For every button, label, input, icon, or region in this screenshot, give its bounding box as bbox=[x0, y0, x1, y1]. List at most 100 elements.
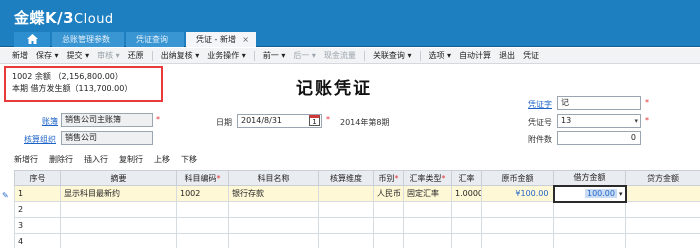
toolbar-item-0[interactable]: 新增 bbox=[12, 50, 28, 61]
tab-voucher-new[interactable]: 凭证 - 新增 × bbox=[186, 32, 256, 47]
attachments-field[interactable]: 0 bbox=[557, 131, 641, 145]
voucher-word-field[interactable]: 记 bbox=[557, 96, 641, 110]
app-header: 金蝶K/3Cloud bbox=[0, 0, 700, 30]
toolbar-separator bbox=[151, 50, 153, 61]
chevron-down-icon[interactable]: ▾ bbox=[619, 190, 623, 198]
chevron-down-icon[interactable]: ▾ bbox=[634, 115, 638, 127]
cell-amount[interactable] bbox=[481, 233, 554, 248]
tab-voucher-query[interactable]: 凭证查询 bbox=[126, 32, 184, 47]
toolbar-item-4[interactable]: 还原 bbox=[128, 50, 144, 61]
cell-credit[interactable] bbox=[625, 185, 700, 202]
cell-debit-editing[interactable]: 100.00 ▾ bbox=[552, 184, 627, 203]
book-label[interactable]: 账簿 bbox=[42, 116, 58, 127]
org-label[interactable]: 核算组织 bbox=[24, 134, 56, 145]
toolbar-item-14[interactable]: 凭证 bbox=[523, 50, 539, 61]
tab-home[interactable] bbox=[14, 32, 50, 47]
cell-rate[interactable] bbox=[451, 233, 482, 248]
cell-dimension[interactable] bbox=[318, 201, 374, 218]
cell-summary[interactable]: 显示科目最新约 bbox=[60, 185, 177, 202]
toolbar-item-10[interactable]: 关联查询 ▾ bbox=[373, 50, 412, 61]
debit-input[interactable]: 100.00 bbox=[584, 189, 617, 198]
cell-seq: 2 bbox=[14, 201, 61, 218]
calendar-icon[interactable]: 1 bbox=[309, 115, 320, 126]
col-header-debit: 借方金额 bbox=[553, 170, 626, 186]
insert-row-button[interactable]: 插入行 bbox=[84, 154, 108, 165]
table-row[interactable]: 3 bbox=[14, 217, 700, 234]
required-mark: * bbox=[156, 115, 160, 124]
cell-summary[interactable] bbox=[60, 233, 177, 248]
cell-dimension[interactable] bbox=[318, 217, 374, 234]
cell-credit[interactable] bbox=[625, 201, 700, 218]
cell-amount[interactable] bbox=[481, 201, 554, 218]
balance-info-box: 1002 余额 （2,156,800.00） 本期 借方发生额（113,700.… bbox=[4, 66, 163, 102]
cell-amount[interactable]: ¥100.00 bbox=[481, 185, 554, 202]
logo-main: 金蝶K/3 bbox=[14, 9, 75, 27]
cell-account-code[interactable] bbox=[176, 201, 229, 218]
tab-gl-params[interactable]: 总账管理参数 bbox=[52, 32, 124, 47]
cell-account-code[interactable] bbox=[176, 233, 229, 248]
date-label: 日期 bbox=[216, 118, 232, 127]
voucher-no-field[interactable]: 13 ▾ bbox=[557, 114, 641, 128]
cell-summary[interactable] bbox=[60, 217, 177, 234]
toolbar-item-7[interactable]: 前一 ▾ bbox=[263, 50, 286, 61]
toolbar-item-11[interactable]: 选项 ▾ bbox=[429, 50, 452, 61]
cell-credit[interactable] bbox=[625, 217, 700, 234]
cell-rate-type[interactable] bbox=[403, 201, 452, 218]
cell-rate[interactable] bbox=[451, 217, 482, 234]
toolbar-item-13[interactable]: 退出 bbox=[499, 50, 515, 61]
cell-account-code[interactable]: 1002 bbox=[176, 185, 229, 202]
cell-currency[interactable]: 人民币 bbox=[373, 185, 404, 202]
cell-rate[interactable]: 1.0000 bbox=[451, 185, 482, 202]
cell-rate[interactable] bbox=[451, 201, 482, 218]
add-row-button[interactable]: 新增行 bbox=[14, 154, 38, 165]
cell-account-code[interactable] bbox=[176, 217, 229, 234]
cell-summary[interactable] bbox=[60, 201, 177, 218]
period-text: 2014年第8期 bbox=[340, 118, 390, 127]
cell-rate-type[interactable]: 固定汇率 bbox=[403, 185, 452, 202]
cell-debit[interactable] bbox=[553, 233, 626, 248]
cell-debit[interactable] bbox=[553, 217, 626, 234]
table-row[interactable]: 1 显示科目最新约 1002 银行存款 人民币 固定汇率 1.0000 ¥100… bbox=[14, 184, 700, 203]
toolbar-item-8[interactable]: 后一 ▾ bbox=[293, 50, 316, 61]
voucher-word-label[interactable]: 凭证字 bbox=[528, 99, 552, 110]
toolbar-item-6[interactable]: 业务操作 ▾ bbox=[207, 50, 246, 61]
cell-debit[interactable] bbox=[553, 201, 626, 218]
close-icon[interactable]: × bbox=[242, 32, 249, 47]
table-row[interactable]: 2 bbox=[14, 201, 700, 218]
cell-rate-type[interactable] bbox=[403, 217, 452, 234]
cell-currency[interactable] bbox=[373, 217, 404, 234]
cell-currency[interactable] bbox=[373, 233, 404, 248]
date-field[interactable]: 2014/8/31 1 bbox=[237, 114, 322, 128]
cell-currency[interactable] bbox=[373, 201, 404, 218]
tab-label: 凭证查询 bbox=[136, 35, 168, 44]
cell-dimension[interactable] bbox=[318, 185, 374, 202]
book-field[interactable]: 销售公司主账簿 bbox=[61, 113, 153, 127]
col-header-currency: 币别* bbox=[373, 170, 404, 186]
toolbar-item-2[interactable]: 提交 ▾ bbox=[67, 50, 90, 61]
cell-credit[interactable] bbox=[625, 233, 700, 248]
col-header-credit: 贷方金额 bbox=[625, 170, 700, 186]
cell-rate-type[interactable] bbox=[403, 233, 452, 248]
table-row[interactable]: 4 bbox=[14, 233, 700, 248]
attachments-value: 0 bbox=[630, 133, 636, 142]
cell-amount[interactable] bbox=[481, 217, 554, 234]
move-up-button[interactable]: 上移 bbox=[154, 154, 170, 165]
toolbar-item-5[interactable]: 出纳复核 ▾ bbox=[161, 50, 200, 61]
toolbar-item-12[interactable]: 自动计算 bbox=[459, 50, 491, 61]
toolbar-item-3[interactable]: 审核 ▾ bbox=[97, 50, 120, 61]
org-field[interactable]: 销售公司 bbox=[61, 131, 153, 145]
toolbar-item-9[interactable]: 现金流量 bbox=[324, 50, 356, 61]
entries-table: 序号 摘要 科目编码* 科目名称 核算维度 币别* 汇率类型* 汇率 原币金额 … bbox=[14, 170, 700, 248]
toolbar-separator bbox=[253, 50, 255, 61]
attachments-label: 附件数 bbox=[528, 135, 552, 144]
required-mark: * bbox=[645, 116, 649, 125]
cell-seq: 3 bbox=[14, 217, 61, 234]
delete-row-button[interactable]: 删除行 bbox=[49, 154, 73, 165]
voucher-word-value: 记 bbox=[561, 98, 569, 107]
toolbar-item-1[interactable]: 保存 ▾ bbox=[36, 50, 59, 61]
cell-dimension[interactable] bbox=[318, 233, 374, 248]
copy-row-button[interactable]: 复制行 bbox=[119, 154, 143, 165]
period-debit-line: 本期 借方发生额（113,700.00） bbox=[12, 84, 133, 93]
col-header-summary: 摘要 bbox=[60, 170, 177, 186]
move-down-button[interactable]: 下移 bbox=[181, 154, 197, 165]
